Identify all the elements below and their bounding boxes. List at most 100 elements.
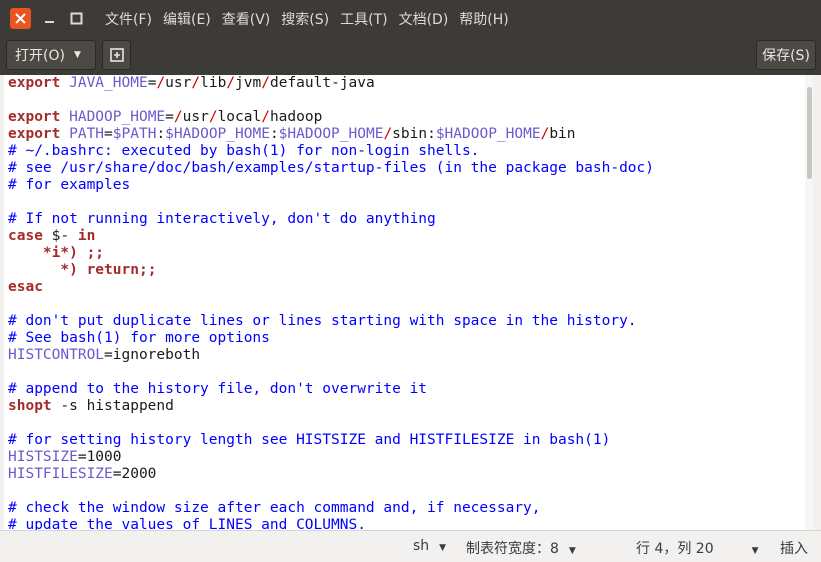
code-line: # If not running interactively, don't do…: [8, 211, 654, 228]
code-token: HISTCONTROL: [8, 347, 105, 363]
scrollbar-thumb[interactable]: [807, 87, 812, 179]
menu-documents[interactable]: 文档(D): [399, 9, 449, 29]
code-line: case $- in: [8, 228, 654, 245]
language-selector[interactable]: sh ▼: [413, 538, 446, 554]
code-token: /: [173, 109, 183, 125]
menu-search[interactable]: 搜索(S): [281, 9, 329, 29]
code-line: ​: [8, 92, 654, 109]
menu-file[interactable]: 文件(F): [105, 9, 152, 29]
open-button-label: 打开(O): [15, 48, 65, 64]
code-token: /: [191, 75, 201, 91]
code-token: local: [217, 109, 262, 125]
code-token: export: [8, 75, 61, 91]
gedit-window: 文件(F) 编辑(E) 查看(V) 搜索(S) 工具(T) 文档(D) 帮助(H…: [0, 0, 821, 562]
code-token: :: [269, 126, 279, 142]
code-token: case: [8, 228, 43, 244]
code-token: PATH: [60, 126, 105, 142]
new-document-button[interactable]: [102, 40, 131, 70]
code-token: sbin:: [392, 126, 436, 142]
status-bar: sh ▼ 制表符宽度：8 ▼ 行 4，列 20 ▼ 插入: [0, 530, 821, 562]
chevron-down-icon: ▼: [73, 50, 81, 60]
title-menu-bar: 文件(F) 编辑(E) 查看(V) 搜索(S) 工具(T) 文档(D) 帮助(H…: [0, 0, 821, 37]
code-token: hadoop: [269, 109, 323, 125]
code-line: shopt -s histappend: [8, 398, 654, 415]
code-line: # update the values of LINES and COLUMNS…: [8, 517, 654, 530]
code-token: *) return;;: [60, 262, 157, 278]
open-button[interactable]: 打开(O) ▼: [6, 40, 96, 70]
code-line: ​: [8, 415, 654, 432]
save-button-label: 保存(S): [762, 48, 810, 64]
code-line: ​: [8, 194, 654, 211]
minimize-icon: [45, 21, 54, 23]
code-line: *i*) ;;: [8, 245, 654, 262]
code-token: =: [104, 126, 113, 142]
code-token: # for examples: [8, 177, 131, 193]
code-line: HISTFILESIZE=2000: [8, 466, 654, 483]
code-token: /: [226, 75, 236, 91]
code-token: # for setting history length see HISTSIZ…: [8, 432, 611, 448]
code-line: # for examples: [8, 177, 654, 194]
code-token: =: [165, 109, 174, 125]
code-line: # see /usr/share/doc/bash/examples/start…: [8, 160, 654, 177]
code-token: /: [208, 109, 218, 125]
tab-width-label: 制表符宽度：8: [466, 541, 559, 557]
code-token: JAVA_HOME: [60, 75, 148, 91]
code-token: export: [8, 109, 61, 125]
code-token: -s histappend: [51, 398, 174, 414]
tab-width-selector[interactable]: 制表符宽度：8 ▼: [466, 538, 576, 558]
save-button[interactable]: 保存(S): [756, 40, 816, 70]
menu-tools[interactable]: 工具(T): [340, 9, 387, 29]
code-token: $PATH: [112, 126, 157, 142]
code-line: export JAVA_HOME=/usr/lib/jvm/default-ja…: [8, 75, 654, 92]
code-token: $-: [42, 228, 78, 244]
code-line: HISTCONTROL=ignoreboth: [8, 347, 654, 364]
minimize-button[interactable]: [39, 8, 60, 29]
code-token: =2000: [112, 466, 157, 482]
code-token: # ~/.bashrc: executed by bash(1) for non…: [8, 143, 480, 159]
code-token: HISTSIZE: [8, 449, 78, 465]
menu-edit[interactable]: 编辑(E): [163, 9, 211, 29]
code-token: # append to the history file, don't over…: [8, 381, 428, 397]
code-token: # If not running interactively, don't do…: [8, 211, 436, 227]
code-token: # update the values of LINES and COLUMNS…: [8, 517, 366, 530]
chevron-down-icon: ▼: [439, 543, 447, 553]
cursor-position-label: 行 4，列 20: [636, 541, 714, 557]
cursor-position-selector[interactable]: 行 4，列 20 ▼: [636, 538, 759, 558]
code-token: $HADOOP_HOME: [165, 126, 270, 142]
code-token: usr: [165, 75, 192, 91]
code-token: $HADOOP_HOME: [435, 126, 541, 142]
code-token: # check the window size after each comma…: [8, 500, 541, 516]
code-token: in: [77, 228, 96, 244]
text-editor-area[interactable]: export JAVA_HOME=/usr/lib/jvm/default-ja…: [4, 75, 813, 530]
code-line: export PATH=$PATH:$HADOOP_HOME:$HADOOP_H…: [8, 126, 654, 143]
code-line: # don't put duplicate lines or lines sta…: [8, 313, 654, 330]
code-token: /: [383, 126, 393, 142]
code-token: /: [156, 75, 166, 91]
code-line: export HADOOP_HOME=/usr/local/hadoop: [8, 109, 654, 126]
code-token: /: [261, 75, 270, 91]
code-line: # check the window size after each comma…: [8, 500, 654, 517]
code-line: *) return;;: [8, 262, 654, 279]
maximize-icon: [70, 12, 83, 25]
menu-help[interactable]: 帮助(H): [459, 9, 508, 29]
vertical-scrollbar[interactable]: [805, 75, 813, 530]
chevron-down-icon: ▼: [751, 546, 759, 556]
code-token: export: [8, 126, 61, 142]
code-token: lib: [200, 75, 227, 91]
code-line: HISTSIZE=1000: [8, 449, 654, 466]
window-edge: [813, 75, 821, 530]
menu-view[interactable]: 查看(V): [222, 9, 271, 29]
code-token: # See bash(1) for more options: [8, 330, 270, 346]
code-line: esac: [8, 279, 654, 296]
code-token: default-java: [269, 75, 375, 91]
maximize-button[interactable]: [66, 8, 87, 29]
code-token: # don't put duplicate lines or lines sta…: [8, 313, 637, 329]
close-icon: [15, 13, 26, 24]
code-token: jvm: [235, 75, 262, 91]
chevron-down-icon: ▼: [568, 546, 576, 556]
code-line: # for setting history length see HISTSIZ…: [8, 432, 654, 449]
code-token: /: [261, 109, 270, 125]
close-button[interactable]: [10, 8, 31, 29]
language-label: sh: [413, 538, 430, 554]
